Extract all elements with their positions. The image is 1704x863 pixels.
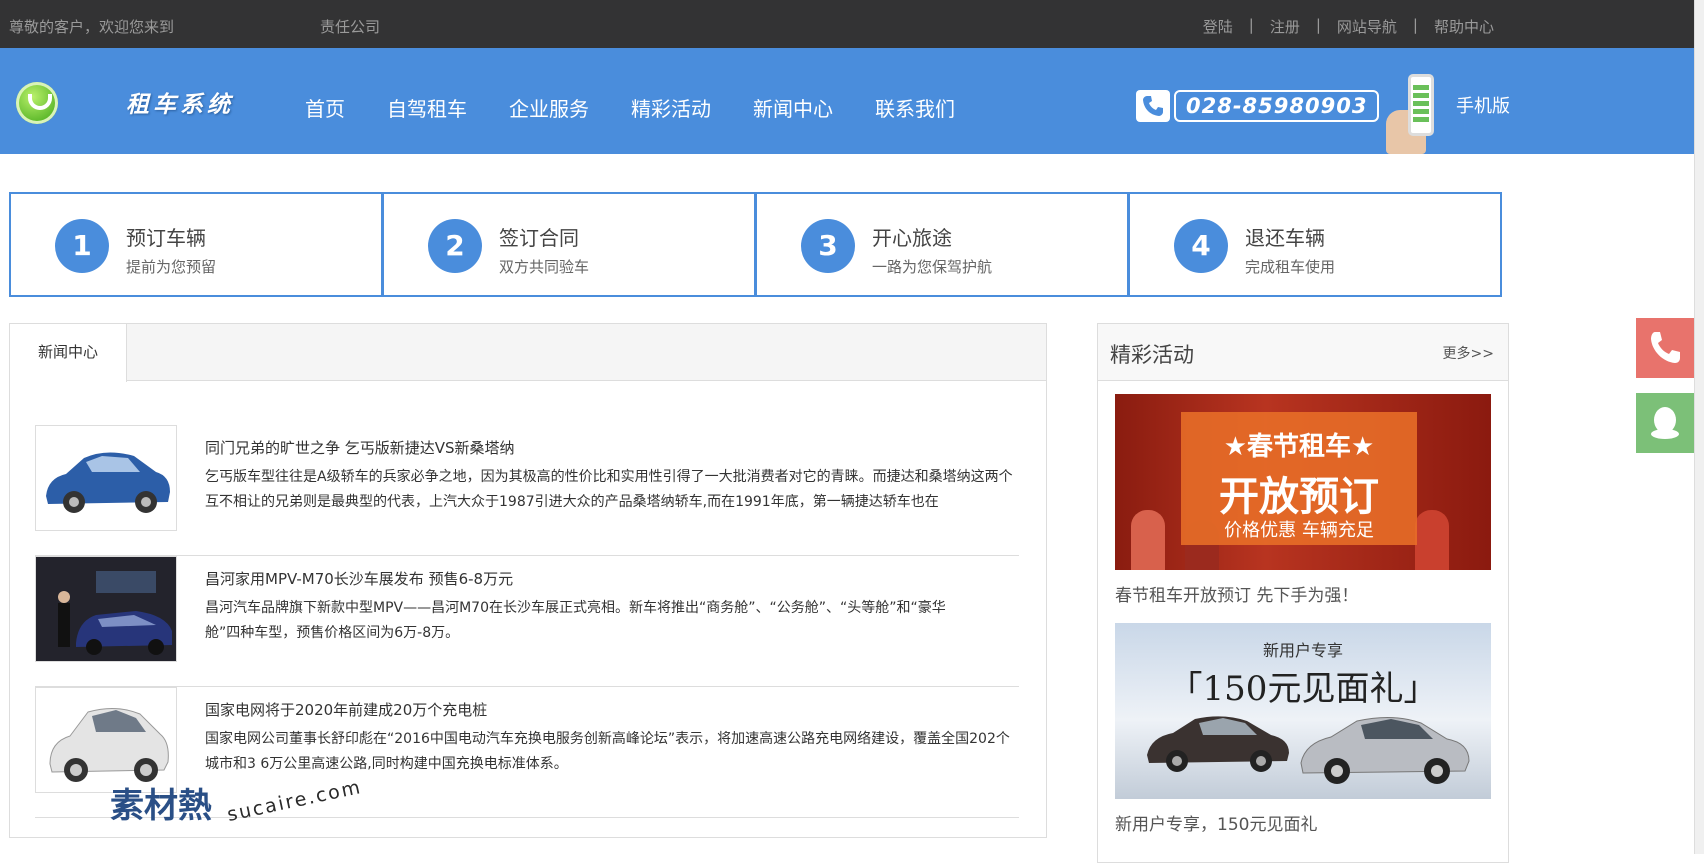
qq-icon (1651, 407, 1679, 439)
site-title[interactable]: 租车系统 (126, 85, 234, 119)
spring-festival-banner[interactable]: ★春节租车★ 开放预订 价格优惠 车辆充足 (1115, 394, 1491, 570)
list-item[interactable]: 昌河家用MPV-M70长沙车展发布 预售6-8万元 昌河汽车品牌旗下新款中型MP… (35, 556, 1019, 687)
person-figure (1415, 510, 1449, 570)
login-link[interactable]: 登陆 (1203, 16, 1233, 37)
step-number: 4 (1174, 219, 1228, 273)
rental-steps: 1 预订车辆 提前为您预留 2 签订合同 双方共同验车 3 开心旅途 一路为您保… (9, 192, 1504, 297)
banner-caption[interactable]: 春节租车开放预订 先下手为强！ (1115, 581, 1358, 606)
step-number: 3 (801, 219, 855, 273)
activities-header: 精彩活动 更多>> (1098, 324, 1508, 381)
step-item: 3 开心旅途 一路为您保驾护航 (755, 192, 1129, 297)
person-figure (1131, 510, 1165, 570)
step-item: 4 退还车辆 完成租车使用 (1128, 192, 1502, 297)
banner-subtext: 价格优惠 车辆充足 (1224, 520, 1374, 541)
activities-title: 精彩活动 (1110, 343, 1194, 367)
mobile-version-link[interactable]: 手机版 (1456, 92, 1510, 118)
banner-headline: ★春节租车★ (1223, 432, 1375, 462)
nav-contact[interactable]: 联系我们 (875, 93, 955, 122)
news-thumbnail[interactable] (35, 425, 177, 531)
separator: | (1412, 16, 1418, 34)
phone-icon (1651, 332, 1680, 363)
header: 租车系统 首页 自驾租车 企业服务 精彩活动 新闻中心 联系我们 028-859… (0, 48, 1694, 154)
site-nav-link[interactable]: 网站导航 (1337, 16, 1397, 37)
step-subtitle: 一路为您保驾护航 (872, 258, 993, 276)
nav-self-drive[interactable]: 自驾租车 (387, 93, 467, 122)
register-link[interactable]: 注册 (1270, 16, 1300, 37)
phone-icon (1136, 90, 1170, 122)
news-summary: 国家电网公司董事长舒印彪在“2016中国电动汽车充换电服务创新高峰论坛”表示，将… (205, 731, 1010, 772)
logo-icon[interactable] (16, 82, 58, 124)
step-title: 签订合同 (499, 226, 579, 250)
tab-news-center[interactable]: 新闻中心 (10, 324, 127, 382)
banner-main-text: 开放预订 (1219, 474, 1379, 520)
nav-home[interactable]: 首页 (305, 93, 345, 122)
step-item: 2 签订合同 双方共同验车 (382, 192, 756, 297)
news-title[interactable]: 同门兄弟的旷世之争 乞丐版新捷达VS新桑塔纳 (205, 437, 515, 458)
step-title: 预订车辆 (126, 226, 206, 250)
news-panel: 新闻中心 同门兄弟的旷世之争 乞丐版新捷达VS新桑塔纳 乞丐版车型往往是A级轿车… (9, 323, 1047, 838)
banner-text-box: ★春节租车★ 开放预订 价格优惠 车辆充足 (1181, 412, 1417, 545)
step-number: 1 (55, 219, 109, 273)
news-title[interactable]: 国家电网将于2020年前建成20万个充电桩 (205, 699, 487, 720)
news-tab-bar: 新闻中心 (10, 324, 1046, 382)
main-nav: 首页 自驾租车 企业服务 精彩活动 新闻中心 联系我们 (305, 93, 997, 122)
car-image (1300, 716, 1470, 784)
banner-headline: 新用户专享 (1262, 641, 1343, 660)
nav-activities[interactable]: 精彩活动 (631, 93, 711, 122)
nav-enterprise[interactable]: 企业服务 (509, 93, 589, 122)
news-summary: 昌河汽车品牌旗下新款中型MPV——昌河M70在长沙车展正式亮相。新车将推出“商务… (205, 600, 946, 641)
step-subtitle: 完成租车使用 (1245, 258, 1336, 276)
hotline-number: 028-85980903 (1174, 90, 1380, 122)
news-summary: 乞丐版车型往往是A级轿车的兵家必争之地，因为其极高的性价比和实用性引得了一大批消… (205, 469, 1013, 510)
new-user-banner[interactable]: 新用户专享 「150元见面礼」 (1115, 623, 1491, 799)
step-number: 2 (428, 219, 482, 273)
company-text: 责任公司 (320, 18, 381, 36)
news-title[interactable]: 昌河家用MPV-M70长沙车展发布 预售6-8万元 (205, 568, 513, 589)
float-phone-button[interactable] (1636, 318, 1694, 378)
step-subtitle: 提前为您预留 (126, 258, 217, 276)
separator: | (1248, 16, 1254, 34)
banner-caption[interactable]: 新用户专享，150元见面礼 (1115, 810, 1317, 835)
mobile-phone-icon[interactable] (1386, 70, 1446, 154)
separator: | (1315, 16, 1321, 34)
more-link[interactable]: 更多>> (1443, 343, 1494, 363)
news-thumbnail[interactable] (35, 556, 177, 662)
hotline: 028-85980903 (1136, 90, 1380, 122)
list-item[interactable]: 同门兄弟的旷世之争 乞丐版新捷达VS新桑塔纳 乞丐版车型往往是A级轿车的兵家必争… (35, 425, 1019, 556)
nav-news[interactable]: 新闻中心 (753, 93, 833, 122)
page-scrollbar[interactable] (1694, 0, 1704, 854)
top-links: 登陆 | 注册 | 网站导航 | 帮助中心 (1203, 16, 1494, 37)
step-title: 开心旅途 (872, 226, 952, 250)
car-image (1147, 716, 1289, 772)
welcome-text: 尊敬的客户，欢迎您来到 (9, 18, 175, 36)
top-bar: 尊敬的客户，欢迎您来到 责任公司 登陆 | 注册 | 网站导航 | 帮助中心 (0, 0, 1704, 48)
step-subtitle: 双方共同验车 (499, 258, 590, 276)
step-item: 1 预订车辆 提前为您预留 (9, 192, 383, 297)
watermark-logo: 素材熱 (110, 786, 212, 826)
float-qq-button[interactable] (1636, 393, 1694, 453)
step-title: 退还车辆 (1245, 226, 1325, 250)
banner-main-text: 「150元见面礼」 (1168, 669, 1438, 709)
activities-panel: 精彩活动 更多>> ★春节租车★ 开放预订 价格优惠 车辆充足 春节租车开放预订… (1097, 323, 1509, 863)
help-center-link[interactable]: 帮助中心 (1434, 16, 1494, 37)
